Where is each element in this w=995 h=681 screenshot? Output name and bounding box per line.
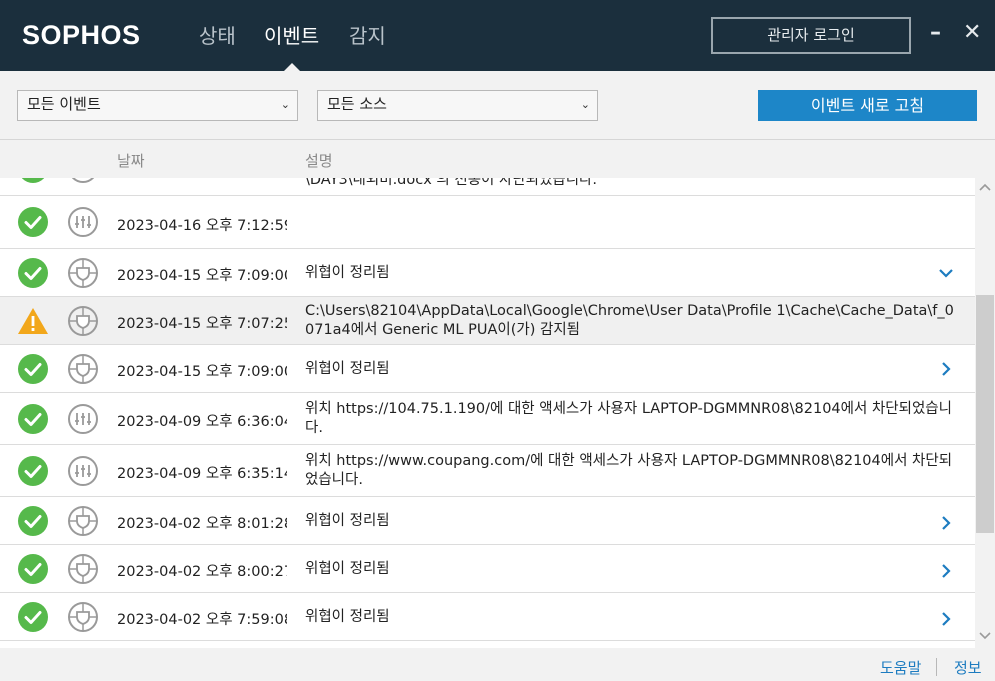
- event-description: 위치 https://www.coupang.com/에 대한 액세스가 사용자…: [305, 453, 953, 488]
- web-control-icon: [67, 455, 99, 491]
- threat-shield-icon: [67, 505, 99, 541]
- event-description: C:\Users\82104\AppData\Local\Google\Chro…: [305, 303, 954, 338]
- event-row[interactable]: 2023-04-09 오후 6:36:04 위치 https://104.75.…: [0, 393, 975, 445]
- chevron-right-icon[interactable]: [938, 515, 954, 535]
- success-check-icon: [18, 258, 48, 288]
- threat-shield-icon: [67, 353, 99, 389]
- event-description: \DAY3\내외비.docx 의 전송이 차단되었습니다.: [305, 178, 597, 188]
- sources-filter-select[interactable]: 모든 소스 ⌄: [317, 90, 598, 121]
- help-link[interactable]: 도움말: [880, 657, 921, 678]
- device-control-icon: [67, 206, 99, 242]
- event-date: 2023-04-09 오후 6:36:04: [117, 414, 287, 430]
- event-description: 위협이 정리됨: [305, 513, 390, 529]
- column-header-description[interactable]: 설명: [305, 150, 333, 171]
- tab-status[interactable]: 상태: [199, 20, 236, 49]
- threat-shield-icon: [67, 553, 99, 589]
- chevron-down-icon: ⌄: [280, 98, 290, 111]
- threat-shield-icon: [67, 601, 99, 637]
- success-check-icon: [18, 602, 48, 632]
- event-date: 2023-04-15 오후 7:09:00: [117, 364, 287, 380]
- chevron-down-icon[interactable]: [938, 265, 954, 285]
- column-header-date[interactable]: 날짜: [117, 150, 145, 171]
- title-bar: SOPHOS 상태 이벤트 감지 관리자 로그인 – ✕: [0, 0, 995, 71]
- event-row[interactable]: \DAY3\내외비.docx 의 전송이 차단되었습니다.: [0, 178, 975, 196]
- scrollbar-thumb[interactable]: [976, 295, 994, 533]
- sophos-events-window: SOPHOS 상태 이벤트 감지 관리자 로그인 – ✕ 모든 이벤트 ⌄ 모든…: [0, 0, 995, 681]
- chevron-right-icon[interactable]: [938, 361, 954, 381]
- sources-filter-value: 모든 소스: [327, 95, 387, 113]
- event-description: 위협이 정리됨: [305, 361, 390, 377]
- event-date: 2023-04-15 오후 7:07:25: [117, 316, 287, 332]
- events-filter-select[interactable]: 모든 이벤트 ⌄: [17, 90, 298, 121]
- event-date: 2023-04-02 오후 7:59:08: [117, 612, 287, 628]
- event-date: 2023-04-09 오후 6:35:14: [117, 466, 287, 482]
- event-list: \DAY3\내외비.docx 의 전송이 차단되었습니다. 2023-04-16…: [0, 178, 975, 648]
- event-row[interactable]: 2023-04-02 오후 7:59:08 위협이 정리됨: [0, 593, 975, 641]
- event-row[interactable]: 2023-04-09 오후 6:35:14 위치 https://www.cou…: [0, 445, 975, 497]
- event-date: 2023-04-02 오후 8:01:28: [117, 516, 287, 532]
- active-tab-indicator: [284, 63, 300, 71]
- minimize-button[interactable]: –: [930, 20, 941, 45]
- divider: [936, 658, 937, 676]
- event-description: 위치 https://104.75.1.190/에 대한 액세스가 사용자 LA…: [305, 401, 952, 436]
- device-control-icon: [67, 178, 99, 188]
- events-filter-value: 모든 이벤트: [27, 95, 101, 113]
- event-row[interactable]: 2023-04-02 오후 8:00:27 위협이 정리됨: [0, 545, 975, 593]
- event-row-detail[interactable]: 2023-04-15 오후 7:07:25 C:\Users\82104\App…: [0, 297, 975, 345]
- threat-shield-icon: [67, 257, 99, 293]
- scroll-down-icon[interactable]: [979, 630, 991, 644]
- event-description: 위협이 정리됨: [305, 561, 390, 577]
- success-check-icon: [18, 178, 48, 183]
- info-link[interactable]: 정보: [954, 657, 982, 678]
- event-date: 2023-04-15 오후 7:09:00: [117, 268, 287, 284]
- threat-shield-icon: [67, 305, 99, 341]
- chevron-right-icon[interactable]: [938, 611, 954, 631]
- chevron-right-icon[interactable]: [938, 563, 954, 583]
- chevron-down-icon: ⌄: [580, 98, 590, 111]
- success-check-icon: [18, 554, 48, 584]
- success-check-icon: [18, 354, 48, 384]
- success-check-icon: [18, 506, 48, 536]
- event-row[interactable]: 2023-04-02 오후 8:01:28 위협이 정리됨: [0, 497, 975, 545]
- scroll-up-icon[interactable]: [979, 181, 991, 195]
- close-button[interactable]: ✕: [963, 20, 981, 45]
- event-date: 2023-04-16 오후 7:12:59: [117, 218, 287, 234]
- event-description: 위협이 정리됨: [305, 609, 390, 625]
- sophos-logo: SOPHOS: [22, 20, 141, 50]
- event-row[interactable]: 2023-04-15 오후 7:09:00 위협이 정리됨: [0, 249, 975, 297]
- refresh-events-button[interactable]: 이벤트 새로 고침: [758, 90, 977, 121]
- warning-icon: [17, 306, 49, 340]
- event-description: 위협이 정리됨: [305, 265, 390, 281]
- web-control-icon: [67, 403, 99, 439]
- tab-events[interactable]: 이벤트: [264, 20, 319, 49]
- success-check-icon: [18, 456, 48, 486]
- divider: [0, 139, 995, 140]
- admin-login-button[interactable]: 관리자 로그인: [711, 17, 911, 54]
- event-row[interactable]: 2023-04-16 오후 7:12:59: [0, 196, 975, 249]
- event-row[interactable]: 2023-04-15 오후 7:09:00 위협이 정리됨: [0, 345, 975, 393]
- success-check-icon: [18, 207, 48, 237]
- success-check-icon: [18, 404, 48, 434]
- event-date: 2023-04-02 오후 8:00:27: [117, 564, 287, 580]
- tab-detections[interactable]: 감지: [349, 20, 386, 49]
